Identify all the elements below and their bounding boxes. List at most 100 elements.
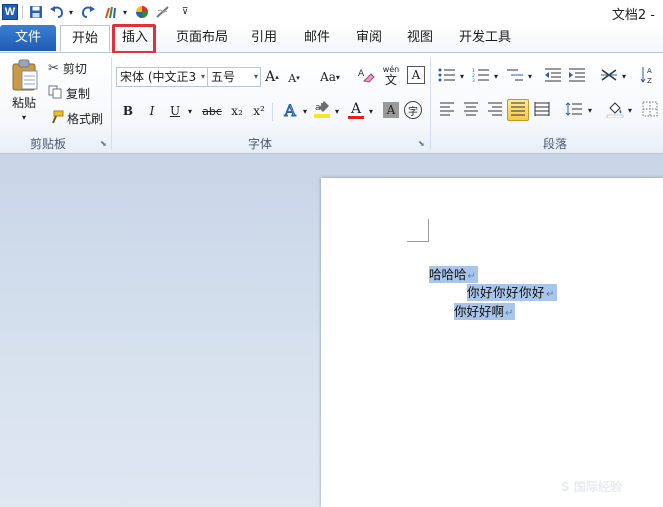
increase-indent-button[interactable]	[566, 66, 588, 86]
cut-button[interactable]: ✂ 剪切	[48, 59, 98, 77]
tab-file[interactable]: 文件	[0, 25, 56, 51]
align-right-button[interactable]	[484, 100, 506, 120]
word-app-icon[interactable]: W	[2, 4, 18, 20]
inline-separator	[272, 103, 273, 121]
strikethrough-button[interactable]: abc	[200, 101, 224, 121]
phonetic-guide-button[interactable]: wén 文	[380, 63, 402, 87]
copy-button[interactable]: 复制	[48, 84, 98, 102]
shrink-font-icon: A	[288, 71, 297, 85]
tab-review[interactable]: 审阅	[349, 25, 389, 51]
document-workspace: 哈哈哈↵ 你好你好你好↵ 你好好啊↵ S 国际经验	[0, 154, 663, 507]
multilevel-list-button[interactable]	[504, 66, 526, 86]
font-color-button[interactable]: A	[346, 99, 366, 121]
shading-dropdown-icon[interactable]: ▾	[626, 101, 634, 119]
shading-button[interactable]	[604, 99, 626, 121]
distributed-button[interactable]	[531, 100, 553, 120]
font-color-dropdown-icon[interactable]: ▾	[366, 101, 376, 121]
highlight-color-dropdown-icon[interactable]: ▾	[332, 101, 342, 121]
numbering-dropdown-icon[interactable]: ▾	[492, 67, 500, 85]
font-dialog-launcher-icon[interactable]: ⬊	[418, 139, 425, 148]
paint-bucket-icon	[606, 100, 624, 121]
font-color-bar	[348, 115, 364, 119]
tab-insert[interactable]: 插入	[115, 25, 155, 51]
undo-icon[interactable]	[48, 3, 66, 21]
character-border-button[interactable]: A	[407, 66, 425, 84]
group-separator	[430, 57, 431, 149]
watermark-logo: S 国际经验	[561, 480, 622, 494]
subscript-button[interactable]: x₂	[228, 101, 246, 121]
line-spacing-button[interactable]	[562, 100, 586, 120]
superscript-button[interactable]: x²	[250, 101, 268, 121]
decrease-indent-icon	[544, 68, 562, 85]
tab-references[interactable]: 引用	[244, 25, 284, 51]
bullets-dropdown-icon[interactable]: ▾	[458, 67, 466, 85]
font-size-combo[interactable]: 五号 ▾	[207, 67, 261, 87]
change-case-button[interactable]: Aa ▾	[316, 67, 344, 87]
font-size-dropdown-icon[interactable]: ▾	[254, 68, 258, 86]
italic-button[interactable]: I	[144, 101, 160, 121]
decrease-indent-button[interactable]	[542, 66, 564, 86]
font-name-value: 宋体 (中文正3	[120, 70, 197, 84]
distributed-icon	[534, 101, 550, 119]
document-line-text: 你好你好你好	[467, 285, 546, 300]
clear-format-button[interactable]: A	[356, 65, 376, 87]
redo-icon[interactable]	[79, 3, 97, 21]
underline-dropdown-icon[interactable]: ▾	[185, 101, 195, 121]
margin-corner-mark	[407, 241, 429, 242]
tab-home[interactable]: 开始	[60, 25, 110, 52]
borders-icon	[642, 101, 658, 120]
customize-toolbar-icon[interactable]: ⊽	[178, 3, 192, 21]
shrink-font-button[interactable]: A ▾	[286, 68, 302, 88]
align-center-button[interactable]	[460, 100, 482, 120]
color-wheel-icon[interactable]	[133, 3, 151, 21]
paste-options-dropdown-icon[interactable]: ▾	[16, 111, 32, 123]
numbering-button[interactable]: 123	[470, 66, 492, 86]
brush-dropdown-icon[interactable]: ▾	[120, 3, 130, 21]
sort-button[interactable]: AZ	[638, 64, 660, 88]
document-line[interactable]: 你好好啊↵	[454, 303, 516, 320]
character-border-icon: A	[411, 68, 421, 82]
undo-dropdown-icon[interactable]: ▾	[66, 3, 76, 21]
font-name-dropdown-icon[interactable]: ▾	[201, 68, 205, 86]
tab-view[interactable]: 视图	[400, 25, 440, 51]
save-icon[interactable]	[27, 3, 45, 21]
font-size-value: 五号	[211, 70, 236, 84]
paragraph-mark: ↵	[546, 289, 555, 300]
multilevel-list-dropdown-icon[interactable]: ▾	[526, 67, 534, 85]
text-effects-dropdown-icon[interactable]: ▾	[300, 101, 310, 121]
tab-page-layout[interactable]: 页面布局	[168, 25, 236, 51]
ink-pen-icon[interactable]	[154, 3, 172, 21]
numbering-icon: 123	[472, 68, 490, 85]
document-line-text: 哈哈哈	[429, 267, 467, 282]
bullets-button[interactable]	[436, 66, 458, 86]
underline-button[interactable]: U	[166, 101, 184, 121]
document-line[interactable]: 哈哈哈↵	[429, 266, 478, 283]
highlight-color-button[interactable]: ab	[312, 99, 332, 121]
brush-icon[interactable]	[102, 3, 120, 21]
document-page[interactable]: 哈哈哈↵ 你好你好你好↵ 你好好啊↵ S 国际经验	[321, 178, 663, 507]
format-painter-icon	[48, 110, 64, 127]
font-name-combo[interactable]: 宋体 (中文正3 ▾	[116, 67, 208, 87]
justify-button[interactable]	[507, 99, 529, 121]
text-effects-button[interactable]: A	[280, 99, 300, 121]
strikethrough-icon: abc	[202, 104, 222, 118]
increase-indent-icon	[568, 68, 586, 85]
tab-developer[interactable]: 开发工具	[452, 25, 518, 51]
clipboard-paste-icon[interactable]	[8, 56, 42, 94]
character-shading-button[interactable]: A	[383, 102, 399, 118]
borders-button[interactable]	[640, 100, 660, 120]
chinese-layout-dropdown-icon[interactable]: ▾	[620, 67, 628, 85]
justify-icon	[510, 102, 526, 119]
grow-font-button[interactable]: A ▴	[264, 67, 280, 87]
chinese-layout-button[interactable]	[598, 66, 620, 86]
format-painter-button[interactable]: 格式刷	[48, 109, 108, 127]
bold-button[interactable]: B	[120, 101, 136, 121]
tab-mailings[interactable]: 邮件	[297, 25, 337, 51]
sort-icon: AZ	[640, 65, 658, 88]
document-line[interactable]: 你好你好你好↵	[467, 284, 557, 301]
paste-button[interactable]: 粘贴	[6, 93, 42, 111]
enclose-characters-button[interactable]: 字	[404, 101, 422, 119]
align-left-button[interactable]	[436, 100, 458, 120]
line-spacing-dropdown-icon[interactable]: ▾	[586, 101, 594, 119]
clipboard-dialog-launcher-icon[interactable]: ⬊	[100, 139, 107, 148]
